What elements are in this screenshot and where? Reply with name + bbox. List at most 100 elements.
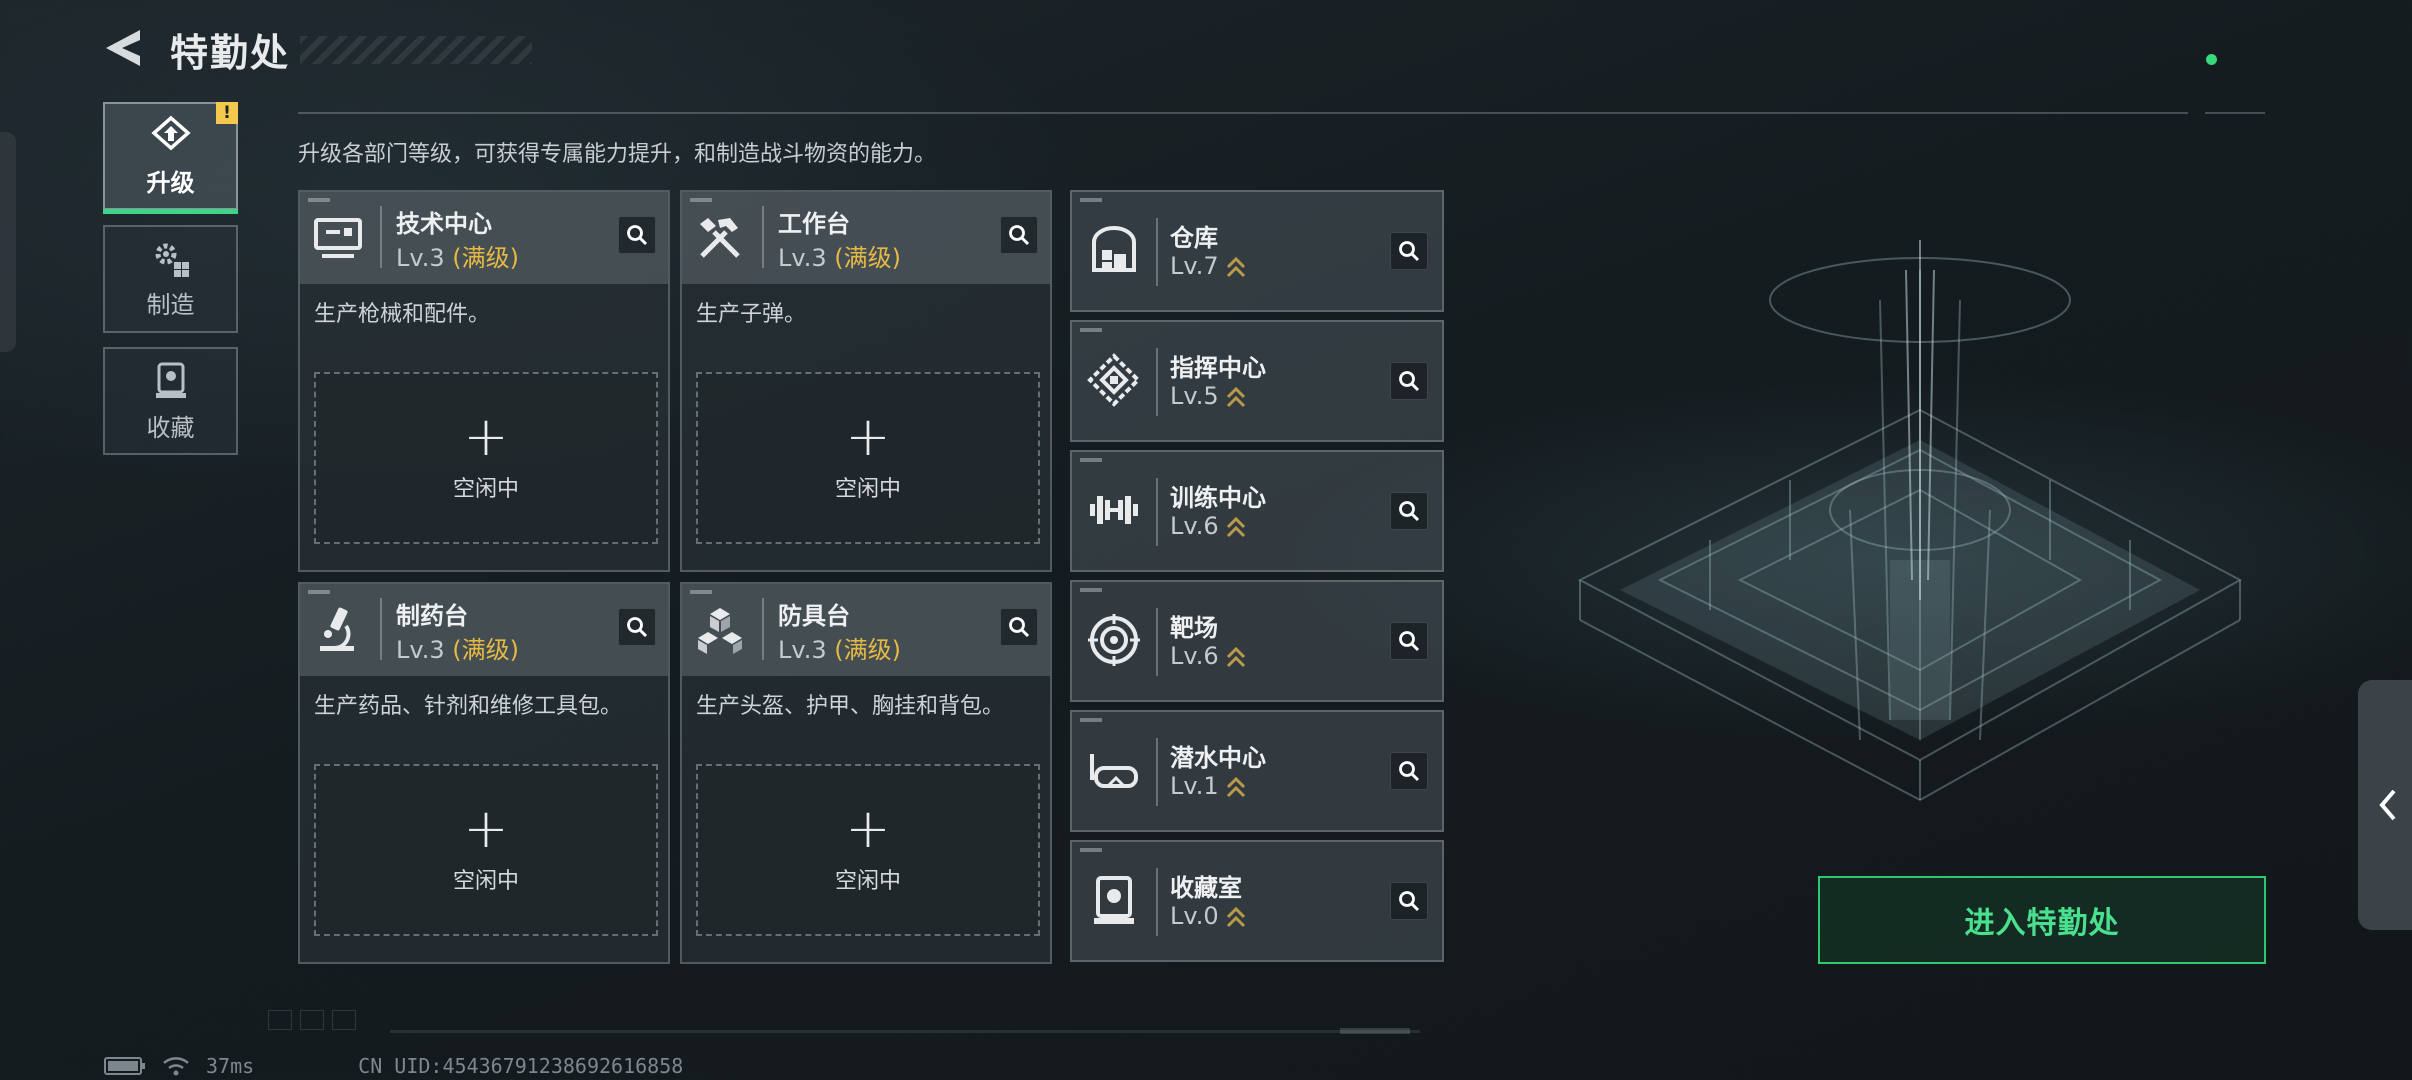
search-icon <box>627 225 648 246</box>
workshop-description: 生产子弹。 <box>696 302 807 327</box>
title-decoration <box>300 36 532 64</box>
facility-name: 指挥中心 <box>1170 354 1266 382</box>
upgrade-arrow-icon <box>1226 516 1245 538</box>
workshop-name: 技术中心 <box>396 210 492 238</box>
inspect-button[interactable] <box>1000 216 1038 254</box>
inspect-button[interactable] <box>1390 882 1428 920</box>
left-edge-handle[interactable] <box>0 132 16 352</box>
facility-name: 训练中心 <box>1170 484 1266 512</box>
slot-status: 空闲中 <box>452 869 519 894</box>
search-icon <box>1009 617 1030 638</box>
computer-icon <box>314 218 362 258</box>
alert-badge: ! <box>216 102 238 124</box>
card-header: 技术中心 Lv.3 (满级) <box>300 192 668 284</box>
inspect-button[interactable] <box>1390 232 1428 270</box>
workshop-card-tech-center[interactable]: 技术中心 Lv.3 (满级) 生产枪械和配件。 + 空闲中 <box>298 190 670 572</box>
facility-name: 潜水中心 <box>1170 744 1266 772</box>
side-drawer-toggle[interactable] <box>2358 680 2412 930</box>
search-icon <box>1399 631 1420 652</box>
bottom-marker <box>1340 1028 1410 1034</box>
status-footer: 37ms CN UID:45436791238692616858 <box>104 1054 683 1078</box>
facility-card-command-center[interactable]: 指挥中心 Lv.5 <box>1070 320 1444 442</box>
max-level-tag: (满级) <box>452 244 519 272</box>
facility-card-diving-center[interactable]: 潜水中心 Lv.1 <box>1070 710 1444 832</box>
inspect-button[interactable] <box>618 216 656 254</box>
production-slot[interactable]: + 空闲中 <box>696 764 1040 936</box>
bottom-decoration <box>268 1010 356 1030</box>
add-icon: + <box>463 405 509 468</box>
workshop-description: 生产枪械和配件。 <box>314 302 491 327</box>
gears-icon <box>155 243 189 277</box>
card-header: 工作台 Lv.3 (满级) <box>682 192 1050 284</box>
search-icon <box>1399 241 1420 262</box>
card-header: 防具台 Lv.3 (满级) <box>682 584 1050 676</box>
slot-status: 空闲中 <box>834 477 901 502</box>
showcase-icon <box>1094 876 1134 924</box>
production-slot[interactable]: + 空闲中 <box>314 372 658 544</box>
inspect-button[interactable] <box>1390 622 1428 660</box>
search-icon <box>1009 225 1030 246</box>
facility-level: Lv.6 <box>1170 512 1247 540</box>
sidebar-tab-upgrade[interactable]: ! 升级 <box>103 102 238 214</box>
bottom-divider <box>390 1030 1420 1033</box>
workshop-level: Lv.3 (满级) <box>778 636 901 664</box>
sidebar-tab-label: 收藏 <box>146 413 195 442</box>
upgrade-arrow-icon <box>1226 906 1245 928</box>
inspect-button[interactable] <box>618 608 656 646</box>
online-status-dot <box>2206 54 2217 65</box>
add-icon: + <box>463 797 509 860</box>
inspect-button[interactable] <box>1390 752 1428 790</box>
armor-cubes-icon <box>698 608 742 654</box>
add-icon: + <box>845 797 891 860</box>
inspect-button[interactable] <box>1390 492 1428 530</box>
base-building-illustration <box>1577 240 2243 802</box>
add-icon: + <box>845 405 891 468</box>
facility-name: 靶场 <box>1170 614 1218 642</box>
workshop-card-pharmacy[interactable]: 制药台 Lv.3 (满级) 生产药品、针剂和维修工具包。 + 空闲中 <box>298 582 670 964</box>
header-divider-short <box>2205 112 2265 114</box>
inspect-button[interactable] <box>1000 608 1038 646</box>
enter-base-button[interactable]: 进入特勤处 <box>1818 876 2266 964</box>
inspect-button[interactable] <box>1390 362 1428 400</box>
facility-card-warehouse[interactable]: 仓库 Lv.7 <box>1070 190 1444 312</box>
workshop-description: 生产药品、针剂和维修工具包。 <box>314 694 623 719</box>
back-button[interactable] <box>100 24 148 72</box>
upgrade-arrow-icon <box>1226 386 1245 408</box>
workshop-card-workbench[interactable]: 工作台 Lv.3 (满级) 生产子弹。 + 空闲中 <box>680 190 1052 572</box>
ping-value: 37ms <box>206 1054 255 1078</box>
max-level-tag: (满级) <box>452 636 519 664</box>
collection-icon <box>155 362 186 398</box>
facility-card-training-center[interactable]: 训练中心 Lv.6 <box>1070 450 1444 572</box>
max-level-tag: (满级) <box>834 636 901 664</box>
production-slot[interactable]: + 空闲中 <box>314 764 658 936</box>
facility-level: Lv.6 <box>1170 642 1247 670</box>
diving-mask-icon <box>1090 754 1138 788</box>
sidebar-tab-label: 升级 <box>146 168 195 197</box>
search-icon <box>1399 891 1420 912</box>
card-header: 制药台 Lv.3 (满级) <box>300 584 668 676</box>
command-icon <box>1087 353 1141 407</box>
upgrade-icon <box>150 115 191 150</box>
facility-level: Lv.1 <box>1170 772 1247 800</box>
facility-name: 仓库 <box>1170 224 1218 252</box>
workshop-card-armor-bench[interactable]: 防具台 Lv.3 (满级) 生产头盔、护甲、胸挂和背包。 + 空闲中 <box>680 582 1052 964</box>
facility-card-shooting-range[interactable]: 靶场 Lv.6 <box>1070 580 1444 702</box>
max-level-tag: (满级) <box>834 244 901 272</box>
tools-icon <box>700 218 740 258</box>
workshop-name: 防具台 <box>778 602 850 630</box>
upgrade-arrow-icon <box>1226 646 1245 668</box>
player-uid: CN UID:45436791238692616858 <box>358 1054 684 1078</box>
production-slot[interactable]: + 空闲中 <box>696 372 1040 544</box>
search-icon <box>1399 501 1420 522</box>
sidebar-tab-collection[interactable]: 收藏 <box>103 347 238 455</box>
chevron-left-icon <box>2379 789 2396 821</box>
facility-level: Lv.0 <box>1170 902 1247 930</box>
sidebar-tab-craft[interactable]: 制造 <box>103 225 238 333</box>
facility-level: Lv.7 <box>1170 252 1247 280</box>
search-icon <box>1399 371 1420 392</box>
wifi-icon <box>163 1057 189 1076</box>
facility-card-collection-room[interactable]: 收藏室 Lv.0 <box>1070 840 1444 962</box>
workshop-name: 制药台 <box>396 602 468 630</box>
facility-level: Lv.5 <box>1170 382 1247 410</box>
workshop-level: Lv.3 (满级) <box>396 244 519 272</box>
